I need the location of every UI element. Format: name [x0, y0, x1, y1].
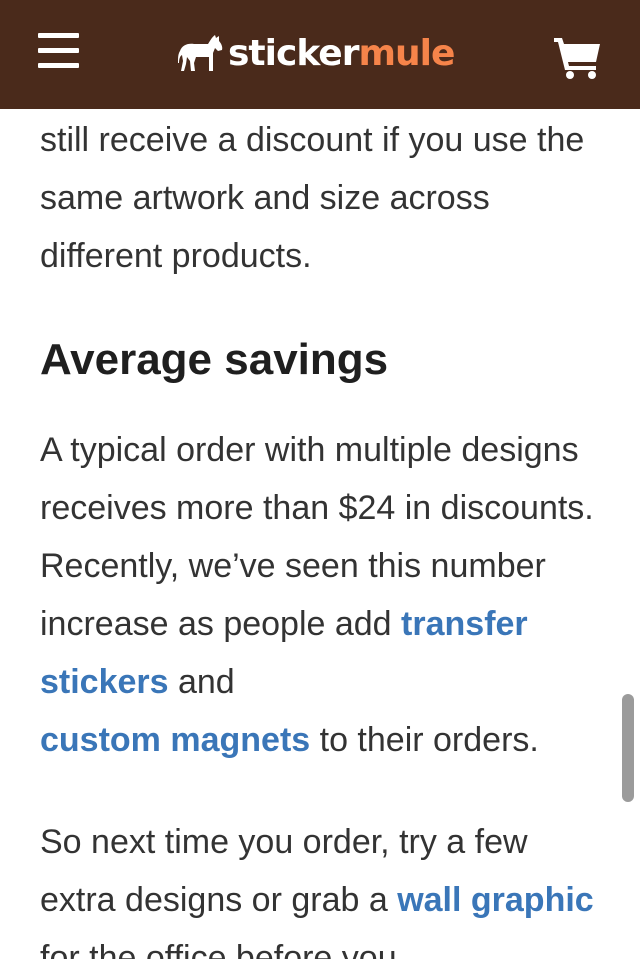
hamburger-menu-icon[interactable] — [34, 30, 82, 76]
logo-text-sticker: sticker — [228, 33, 359, 74]
savings-paragraph: A typical order with multiple designs re… — [40, 421, 615, 769]
stickermule-logo[interactable]: stickermule — [178, 24, 455, 84]
wall-graphic-link[interactable]: wall graphic — [397, 881, 594, 919]
shopping-cart-icon[interactable] — [552, 36, 604, 80]
logo-text-mule: mule — [358, 33, 455, 74]
intro-paragraph: still receive a discount if you use the … — [40, 121, 585, 275]
top-navigation-bar: stickermule — [0, 0, 640, 109]
logo-wordmark: stickermule — [228, 33, 455, 74]
section-heading: Average savings — [40, 335, 389, 384]
mule-logo-icon — [178, 35, 223, 71]
paragraph-text: to their orders. — [310, 721, 539, 759]
next-time-paragraph: So next time you order, try a few extra … — [40, 813, 610, 959]
custom-magnets-link[interactable]: custom magnets — [40, 721, 310, 759]
scrollbar-thumb[interactable] — [622, 694, 634, 802]
paragraph-text: and — [168, 663, 235, 701]
paragraph-text: for the office before you — [40, 939, 397, 959]
